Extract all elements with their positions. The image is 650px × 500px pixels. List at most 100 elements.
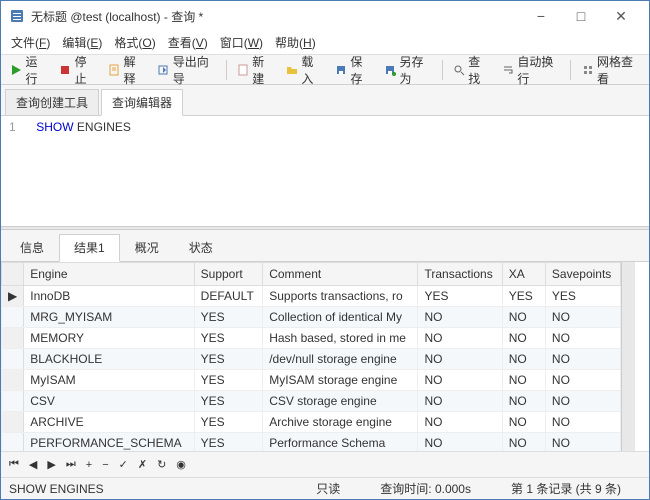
table-cell[interactable]: Hash based, stored in me [263,328,418,349]
table-cell[interactable]: Archive storage engine [263,412,418,433]
table-row[interactable]: PERFORMANCE_SCHEMAYESPerformance SchemaN… [2,433,621,452]
tab-query-builder[interactable]: 查询创建工具 [5,89,99,115]
table-cell[interactable]: YES [194,307,263,328]
vertical-scrollbar[interactable] [621,262,635,451]
table-cell[interactable]: Performance Schema [263,433,418,452]
table-cell[interactable]: NO [502,391,545,412]
line-number: 1 [9,120,29,134]
table-cell[interactable]: YES [194,433,263,452]
table-cell[interactable]: NO [545,349,620,370]
table-cell[interactable]: Supports transactions, ro [263,286,418,307]
tab-status[interactable]: 状态 [174,234,228,261]
tab-query-editor[interactable]: 查询编辑器 [101,89,183,116]
table-row[interactable]: ARCHIVEYESArchive storage engineNONONO [2,412,621,433]
nav-cancel-button[interactable]: ✗ [136,458,149,471]
row-pointer [2,307,24,328]
table-cell[interactable]: ARCHIVE [24,412,194,433]
table-cell[interactable]: NO [502,433,545,452]
gridview-button[interactable]: 网格查看 [576,50,645,90]
table-cell[interactable]: NO [418,412,502,433]
table-row[interactable]: ▶InnoDBDEFAULTSupports transactions, roY… [2,286,621,307]
maximize-button[interactable]: □ [561,1,601,31]
table-cell[interactable]: NO [502,307,545,328]
table-cell[interactable]: YES [502,286,545,307]
table-cell[interactable]: NO [545,328,620,349]
tab-result1[interactable]: 结果1 [59,234,120,262]
table-cell[interactable]: NO [545,391,620,412]
table-cell[interactable]: DEFAULT [194,286,263,307]
nav-next-button[interactable]: ▶ [45,458,57,471]
table-cell[interactable]: NO [545,370,620,391]
nav-refresh-button[interactable]: ↻ [155,458,168,471]
column-header[interactable]: Engine [24,263,194,286]
table-cell[interactable]: NO [418,391,502,412]
table-cell[interactable]: NO [545,307,620,328]
tab-info[interactable]: 信息 [5,234,59,261]
column-header[interactable]: XA [502,263,545,286]
table-cell[interactable]: YES [194,391,263,412]
table-cell[interactable]: NO [502,412,545,433]
nav-add-button[interactable]: + [84,459,94,471]
saveas-button[interactable]: 另存为 [379,50,437,90]
export-wizard-button[interactable]: 导出向导 [152,50,221,90]
table-cell[interactable]: MRG_MYISAM [24,307,194,328]
table-cell[interactable]: NO [502,328,545,349]
table-cell[interactable]: NO [502,370,545,391]
separator [226,60,227,80]
table-cell[interactable]: YES [194,370,263,391]
wrap-button[interactable]: 自动换行 [497,50,566,90]
table-cell[interactable]: YES [194,328,263,349]
table-cell[interactable]: MyISAM storage engine [263,370,418,391]
table-cell[interactable]: NO [418,349,502,370]
save-button[interactable]: 保存 [330,50,377,90]
table-cell[interactable]: Collection of identical My [263,307,418,328]
column-header[interactable]: Comment [263,263,418,286]
table-row[interactable]: BLACKHOLEYES/dev/null storage engineNONO… [2,349,621,370]
load-button[interactable]: 载入 [281,50,328,90]
nav-apply-button[interactable]: ✓ [117,458,130,471]
table-cell[interactable]: CSV storage engine [263,391,418,412]
column-header[interactable]: Transactions [418,263,502,286]
table-cell[interactable]: BLACKHOLE [24,349,194,370]
table-row[interactable]: MRG_MYISAMYESCollection of identical MyN… [2,307,621,328]
folder-open-icon [286,63,299,77]
nav-prev-button[interactable]: ◀ [27,458,39,471]
table-cell[interactable]: InnoDB [24,286,194,307]
table-cell[interactable]: PERFORMANCE_SCHEMA [24,433,194,452]
table-cell[interactable]: YES [194,412,263,433]
save-icon [335,63,348,77]
find-button[interactable]: 查找 [448,50,495,90]
nav-first-button[interactable]: ⏮ [7,458,21,471]
table-cell[interactable]: NO [418,433,502,452]
table-cell[interactable]: NO [418,328,502,349]
table-cell[interactable]: MEMORY [24,328,194,349]
column-header[interactable]: Support [194,263,263,286]
table-cell[interactable]: NO [502,349,545,370]
table-row[interactable]: CSVYESCSV storage engineNONONO [2,391,621,412]
table-row[interactable]: MyISAMYESMyISAM storage engineNONONO [2,370,621,391]
table-cell[interactable]: NO [418,370,502,391]
stop-button[interactable]: 停止 [54,50,101,90]
tab-profile[interactable]: 概况 [120,234,174,261]
close-button[interactable]: ✕ [601,1,641,31]
table-cell[interactable]: YES [194,349,263,370]
column-header[interactable]: Savepoints [545,263,620,286]
explain-button[interactable]: 解释 [103,50,150,90]
nav-delete-button[interactable]: − [100,459,110,471]
result-table[interactable]: EngineSupportCommentTransactionsXASavepo… [1,262,621,451]
nav-stop-button[interactable]: ◉ [174,458,188,471]
table-cell[interactable]: NO [418,307,502,328]
table-cell[interactable]: /dev/null storage engine [263,349,418,370]
minimize-button[interactable]: − [521,1,561,31]
run-button[interactable]: 运行 [5,50,52,90]
sql-editor[interactable]: 1 SHOW ENGINES [1,116,649,226]
table-row[interactable]: MEMORYYESHash based, stored in meNONONO [2,328,621,349]
table-cell[interactable]: CSV [24,391,194,412]
table-cell[interactable]: NO [545,412,620,433]
table-cell[interactable]: NO [545,433,620,452]
table-cell[interactable]: YES [545,286,620,307]
table-cell[interactable]: YES [418,286,502,307]
nav-last-button[interactable]: ⏭ [64,458,78,471]
table-cell[interactable]: MyISAM [24,370,194,391]
new-button[interactable]: 新建 [232,50,279,90]
